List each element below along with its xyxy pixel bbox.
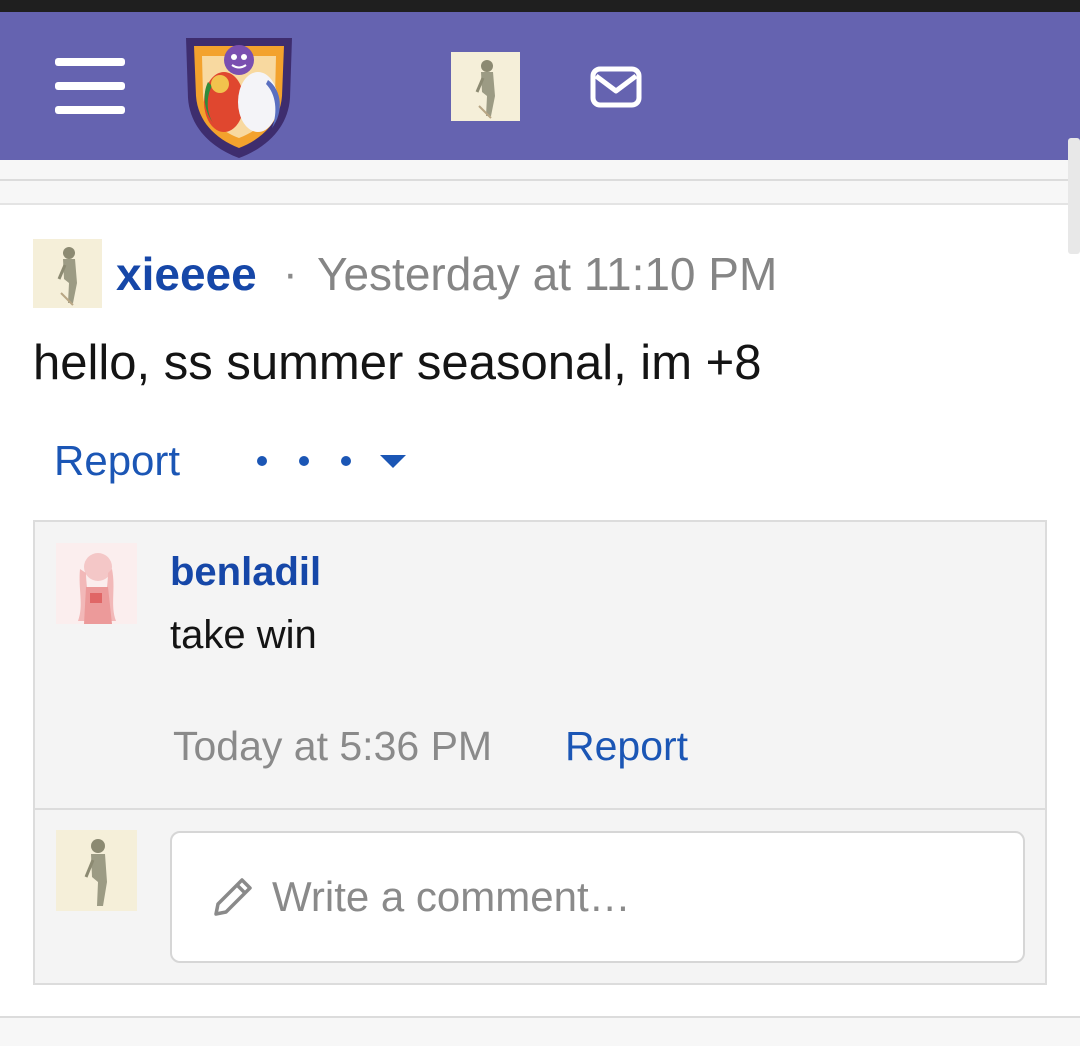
post-author-avatar[interactable]	[33, 239, 102, 308]
comment-section: benladil take win Today at 5:36 PM Repor…	[33, 520, 1047, 985]
current-user-avatar	[56, 830, 137, 911]
comment-timestamp[interactable]: Today at 5:36 PM	[173, 720, 492, 772]
comment-body: take win	[170, 613, 317, 657]
hamburger-menu-icon[interactable]	[55, 58, 127, 118]
forum-logo-shield-icon[interactable]	[180, 24, 298, 160]
post-report-link[interactable]: Report	[54, 435, 180, 487]
post-author-name[interactable]: xieeee	[116, 247, 257, 301]
site-header	[0, 12, 1080, 160]
status-bar-strip	[0, 0, 1080, 12]
post-body: hello, ss summer seasonal, im +8	[33, 336, 762, 390]
bottom-separator	[0, 1016, 1080, 1046]
more-options-dropdown-icon[interactable]	[248, 440, 418, 482]
write-comment-input[interactable]: Write a comment…	[170, 831, 1025, 963]
comment-report-link[interactable]: Report	[565, 720, 688, 772]
scrollbar-thumb[interactable]	[1068, 138, 1080, 254]
comment-author-name[interactable]: benladil	[170, 548, 321, 596]
meta-separator: ·	[283, 249, 298, 298]
post-timestamp[interactable]: Yesterday at 11:10 PM	[317, 247, 777, 301]
user-avatar-icon[interactable]	[451, 52, 520, 121]
pencil-icon	[214, 878, 252, 916]
comment-divider	[35, 808, 1045, 810]
envelope-icon[interactable]	[588, 64, 644, 110]
write-comment-placeholder: Write a comment…	[272, 873, 631, 920]
section-separator	[0, 160, 1080, 205]
comment-author-avatar[interactable]	[56, 543, 137, 624]
